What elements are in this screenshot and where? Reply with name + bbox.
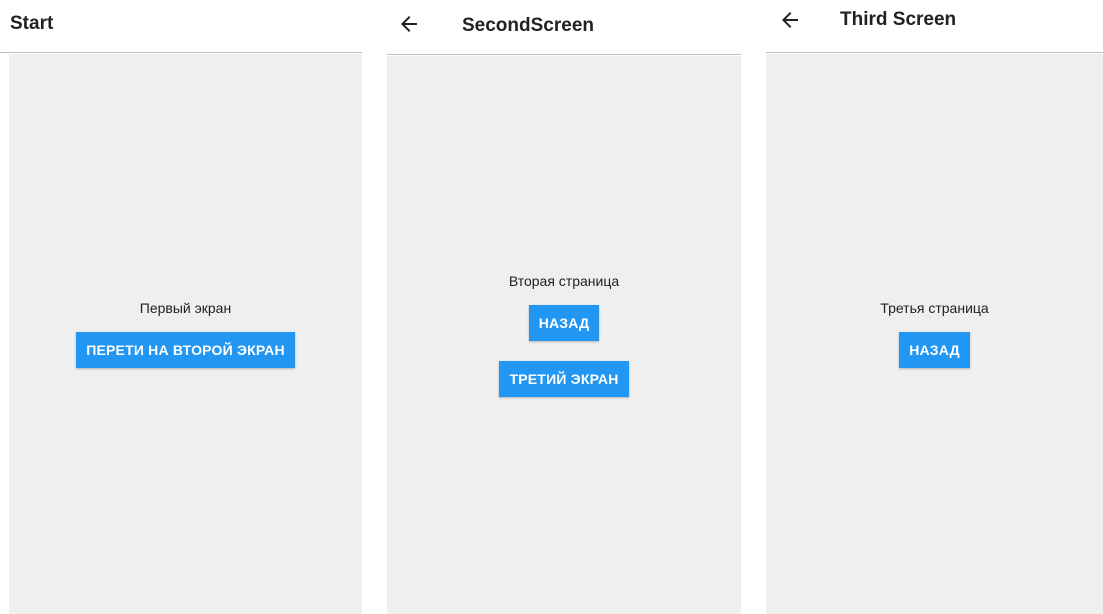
back-button[interactable]: НАЗАД <box>899 332 970 368</box>
screen-content: Первый экран ПЕРЕТИ НА ВТОРОЙ ЭКРАН <box>9 54 362 614</box>
screen-content: Вторая страница НАЗАД ТРЕТИЙ ЭКРАН <box>387 56 741 614</box>
screen-third: Third Screen Третья страница НАЗАД <box>766 0 1103 614</box>
back-button[interactable]: НАЗАД <box>528 305 600 341</box>
app-bar: SecondScreen <box>387 0 741 55</box>
page-title: Start <box>10 13 54 34</box>
screen-start: Start Первый экран ПЕРЕТИ НА ВТОРОЙ ЭКРА… <box>0 0 362 614</box>
screen-label: Третья страница <box>880 300 989 316</box>
app-bar: Start <box>0 0 362 53</box>
arrow-left-icon[interactable] <box>778 8 802 32</box>
screen-second: SecondScreen Вторая страница НАЗАД ТРЕТИ… <box>387 0 741 614</box>
screen-content: Третья страница НАЗАД <box>766 54 1103 614</box>
third-screen-button[interactable]: ТРЕТИЙ ЭКРАН <box>499 361 629 397</box>
screen-label: Вторая страница <box>508 273 620 289</box>
app-bar: Third Screen <box>766 0 1103 53</box>
app-stage: Start Первый экран ПЕРЕТИ НА ВТОРОЙ ЭКРА… <box>0 0 1103 614</box>
go-to-second-screen-button[interactable]: ПЕРЕТИ НА ВТОРОЙ ЭКРАН <box>76 332 295 368</box>
page-title: Third Screen <box>840 9 957 30</box>
page-title: SecondScreen <box>462 15 594 36</box>
screen-label: Первый экран <box>139 300 232 316</box>
arrow-left-icon[interactable] <box>397 12 421 36</box>
